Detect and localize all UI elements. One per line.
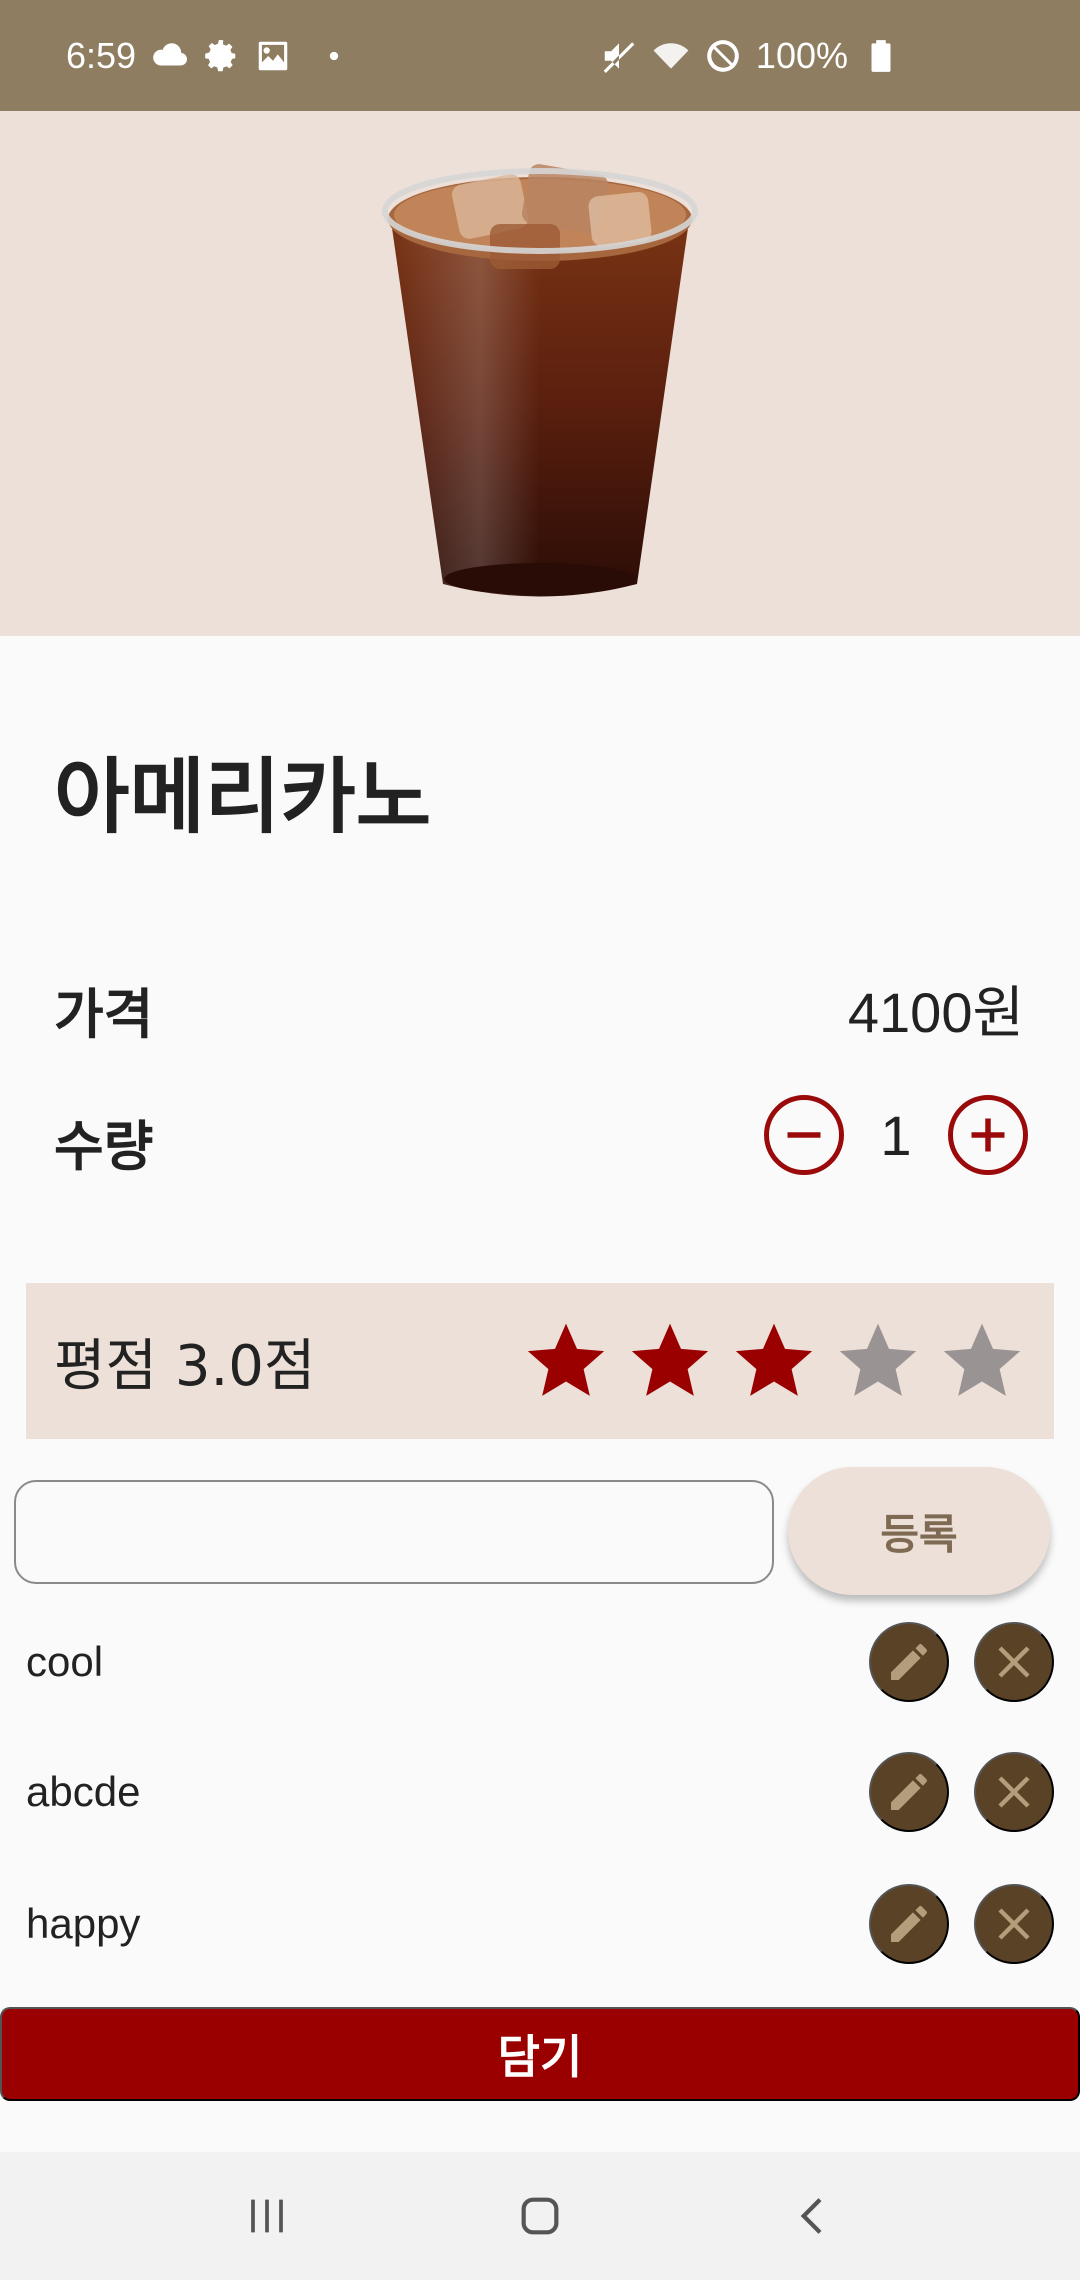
comment-input[interactable] [14, 1480, 774, 1584]
back-icon[interactable] [785, 2188, 841, 2244]
price-label: 가격 [54, 983, 154, 1046]
system-nav-bar [0, 2152, 1080, 2280]
delete-comment-button[interactable] [974, 1884, 1054, 1964]
delete-comment-button[interactable] [974, 1752, 1054, 1832]
register-comment-button[interactable]: 등록 [788, 1467, 1050, 1595]
image-icon [258, 41, 288, 70]
plus-icon [971, 1118, 1005, 1152]
close-icon [998, 1776, 1030, 1808]
comment-text: happy [26, 1900, 141, 1947]
minus-icon [787, 1132, 821, 1138]
status-right: 100% [600, 35, 900, 77]
star-empty-icon[interactable] [834, 1317, 922, 1405]
comment-text: cool [26, 1638, 104, 1685]
home-icon[interactable] [512, 2188, 568, 2244]
decrease-quantity-button[interactable] [764, 1095, 844, 1175]
gear-icon [205, 39, 236, 71]
price-value: 4100원 [847, 981, 1024, 1044]
screen: 6:59 100% 아메리카노 가격 4100원 수량 1 평점 3.0점 등록… [0, 0, 1080, 2280]
status-bar: 6:59 100% [0, 0, 1080, 111]
product-image-area [0, 111, 1080, 636]
dot-icon [329, 51, 339, 60]
battery-icon [871, 39, 891, 72]
comment-text: abcde [26, 1768, 141, 1815]
status-time: 6:59 [66, 34, 137, 76]
add-to-cart-button[interactable]: 담기 [0, 2007, 1080, 2101]
increase-quantity-button[interactable] [948, 1095, 1028, 1175]
quantity-stepper: 1 [764, 1095, 1028, 1175]
rating-stars[interactable] [522, 1317, 1026, 1405]
list-item: abcde [0, 1732, 1080, 1852]
status-left: 6:59 [66, 35, 344, 77]
wifi-icon [653, 42, 689, 69]
pencil-icon [891, 1774, 927, 1810]
star-filled-icon[interactable] [522, 1317, 610, 1405]
edit-comment-button[interactable] [869, 1622, 949, 1702]
product-name: 아메리카노 [54, 750, 432, 845]
quantity-label: 수량 [54, 1115, 154, 1178]
edit-comment-button[interactable] [869, 1752, 949, 1832]
pencil-icon [891, 1906, 927, 1942]
rating-text: 평점 3.0점 [54, 1333, 316, 1399]
list-item: cool [0, 1602, 1080, 1722]
star-filled-icon[interactable] [730, 1317, 818, 1405]
star-filled-icon[interactable] [626, 1317, 714, 1405]
close-icon [998, 1908, 1030, 1940]
iced-americano-image [382, 163, 698, 596]
list-item: happy [0, 1864, 1080, 1984]
pencil-icon [891, 1644, 927, 1680]
cloud-icon [153, 42, 188, 66]
edit-comment-button[interactable] [869, 1884, 949, 1964]
quantity-value: 1 [880, 1103, 912, 1167]
battery-percent: 100% [755, 34, 848, 76]
star-empty-icon[interactable] [938, 1317, 1026, 1405]
mute-icon [603, 41, 635, 73]
rating-bar: 평점 3.0점 [26, 1283, 1054, 1439]
delete-comment-button[interactable] [974, 1622, 1054, 1702]
close-icon [998, 1646, 1030, 1678]
recent-apps-icon[interactable] [239, 2188, 295, 2244]
blocked-icon [707, 39, 739, 72]
